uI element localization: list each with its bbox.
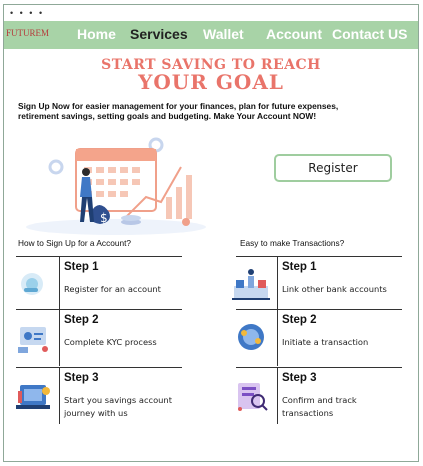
nav-home[interactable]: Home	[77, 26, 116, 42]
nav-services[interactable]: Services	[130, 26, 188, 42]
window-dots: • • • •	[10, 8, 45, 18]
list-item: Step 2 Initiate a transaction	[234, 309, 400, 366]
svg-text:$: $	[100, 211, 108, 225]
list-item: Step 3 Confirm and track transactions	[234, 367, 400, 424]
list-item: Step 2 Complete KYC process	[16, 309, 182, 366]
list-item: Step 1 Link other bank accounts	[232, 256, 400, 313]
step-desc: Complete KYC process	[64, 337, 157, 347]
savings-journey-icon	[16, 385, 50, 409]
transactions-heading: Easy to make Transactions?	[240, 238, 345, 248]
savings-illustration-image: $	[26, 137, 206, 235]
app-window: • • • • FUTUREM Home Services Wallet Acc…	[3, 4, 419, 462]
step-title: Step 2	[64, 314, 99, 326]
step-desc: Initiate a transaction	[282, 337, 369, 347]
step-title: Step 3	[64, 372, 99, 384]
step-title: Step 3	[282, 372, 317, 384]
step-desc: Confirm and track transactions	[282, 395, 357, 418]
list-item: Step 1 Register for an account	[16, 256, 182, 313]
hero-title-line2: YOUR GOAL	[138, 70, 284, 94]
step-desc: Start you savings account journey with u…	[64, 395, 172, 418]
step-desc: Link other bank accounts	[282, 284, 387, 294]
nav-wallet[interactable]: Wallet	[203, 26, 244, 42]
register-button[interactable]: Register	[274, 154, 392, 182]
step-title: Step 1	[282, 261, 317, 273]
list-item: Step 3 Start you savings account journey…	[16, 367, 182, 424]
nav-contact[interactable]: Contact US	[332, 26, 407, 42]
bank-link-icon	[232, 269, 270, 300]
step-title: Step 1	[64, 261, 99, 273]
transaction-icon	[238, 324, 264, 350]
track-transaction-icon	[238, 383, 268, 411]
step-desc: Register for an account	[64, 284, 161, 294]
top-nav: FUTUREM Home Services Wallet Account Con…	[4, 21, 418, 49]
brand-logo[interactable]: FUTUREM	[6, 28, 49, 38]
step-title: Step 2	[282, 314, 317, 326]
kyc-icon	[18, 327, 48, 353]
nav-account[interactable]: Account	[266, 26, 322, 42]
intro-text: Sign Up Now for easier management for yo…	[18, 101, 339, 121]
signup-heading: How to Sign Up for a Account?	[18, 238, 131, 248]
register-icon	[21, 273, 43, 295]
